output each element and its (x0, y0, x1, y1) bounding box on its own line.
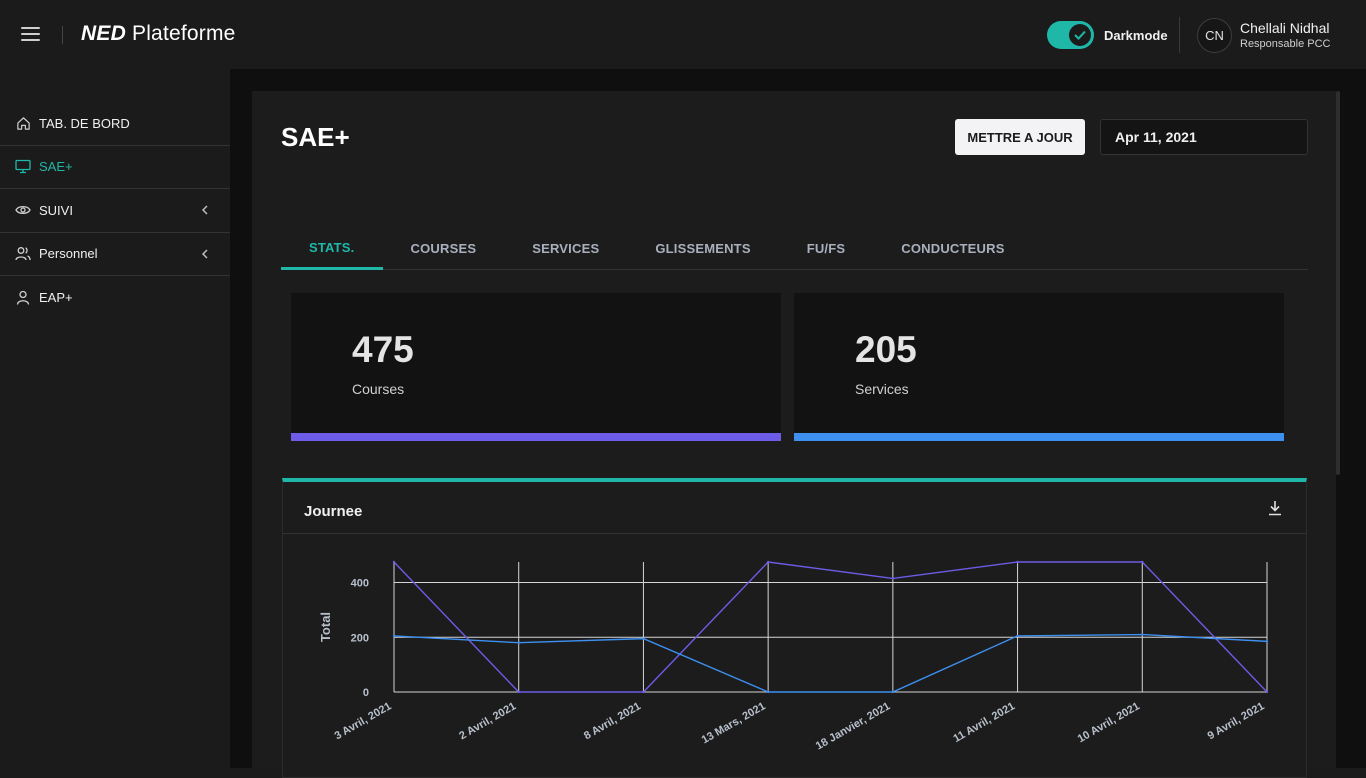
home-icon (15, 115, 31, 131)
data-point-services (1265, 640, 1269, 643)
brand-logo[interactable]: NED Plateforme (81, 22, 236, 46)
brand-bold: NED (81, 22, 126, 45)
data-point-courses (766, 560, 770, 564)
stat-label: Services (855, 381, 909, 397)
x-tick-label: 11 Avril, 2021 (951, 700, 1017, 745)
data-point-services (766, 690, 770, 694)
x-tick-label: 8 Avril, 2021 (582, 700, 643, 742)
tab-stats[interactable]: STATS. (281, 227, 383, 270)
data-point-services (642, 637, 645, 640)
date-field[interactable] (1100, 119, 1308, 155)
top-header: NED Plateforme Darkmode CN Chellali Nidh… (0, 0, 1366, 69)
menu-icon[interactable] (21, 27, 40, 41)
series-line-services (393, 633, 1268, 693)
tab-conducteurs[interactable]: CONDUCTEURS (873, 227, 1032, 270)
check-icon (1069, 24, 1091, 46)
data-point-courses (1265, 690, 1269, 694)
y-tick-label: 200 (351, 632, 369, 644)
sidebar-item-personnel[interactable]: Personnel (0, 233, 230, 276)
sidebar: TAB. DE BORD SAE+ SUIVI Personnel EAP+ (0, 102, 230, 320)
data-point-services (392, 634, 396, 638)
sidebar-item-label: EAP+ (39, 290, 73, 306)
sidebar-item-label: SUIVI (39, 202, 73, 218)
monitor-icon (15, 159, 31, 175)
data-point-services (517, 641, 520, 644)
x-tick-label: 9 Avril, 2021 (1206, 700, 1267, 742)
data-point-courses (1141, 560, 1144, 564)
x-tick-label: 2 Avril, 2021 (457, 700, 518, 742)
y-axis-label: Total (318, 612, 333, 642)
x-tick-label: 18 Janvier, 2021 (814, 700, 893, 752)
user-divider (1179, 17, 1180, 53)
brand-rest: Plateforme (125, 22, 236, 45)
sidebar-item-sae[interactable]: SAE+ (0, 146, 230, 189)
user-role: Responsable PCC (1240, 38, 1331, 50)
user-name[interactable]: Chellali Nidhal (1240, 20, 1330, 36)
line-chart: 0 200 400 Total 3 Avril, 2021 2 Avril, 2021 8 … (318, 560, 1269, 752)
tab-services[interactable]: SERVICES (504, 227, 627, 270)
stat-accent-bar (794, 433, 1284, 441)
data-point-services (891, 690, 895, 694)
chart-card-journee: Journee 0 200 400 Total 3 Avril, 2021 2 Avril… (282, 478, 1307, 778)
brand-divider (62, 26, 63, 44)
data-point-courses (517, 690, 520, 694)
page-title: SAE+ (281, 122, 350, 152)
avatar[interactable]: CN (1197, 18, 1232, 53)
x-tick-label: 10 Avril, 2021 (1076, 700, 1142, 745)
darkmode-label: Darkmode (1104, 28, 1168, 43)
stat-card-courses: 475 Courses (291, 293, 781, 441)
stat-card-services: 205 Services (794, 293, 1284, 441)
x-tick-label: 3 Avril, 2021 (333, 700, 394, 742)
data-point-courses (392, 560, 396, 564)
stat-value: 205 (855, 329, 917, 370)
eye-icon (15, 202, 31, 218)
tab-bar: STATS. COURSES SERVICES GLISSEMENTS FU/F… (281, 227, 1308, 270)
y-tick-label: 400 (351, 578, 369, 590)
series-line-courses (393, 561, 1268, 693)
tab-courses[interactable]: COURSES (383, 227, 505, 270)
stat-accent-bar (291, 433, 781, 441)
data-point-courses (1016, 560, 1019, 564)
data-point-courses (891, 577, 895, 580)
panel-scrollbar[interactable] (1336, 91, 1340, 475)
sidebar-item-label: TAB. DE BORD (39, 115, 130, 131)
sidebar-item-tab-de-bord[interactable]: TAB. DE BORD (0, 102, 230, 146)
x-tick-label: 13 Mars, 2021 (700, 700, 768, 746)
sidebar-item-eap[interactable]: EAP+ (0, 276, 230, 320)
user-icon (15, 290, 31, 306)
chevron-left-icon (201, 205, 208, 215)
data-point-services (1141, 633, 1144, 636)
sidebar-item-label: SAE+ (39, 159, 73, 175)
tab-glissements[interactable]: GLISSEMENTS (627, 227, 778, 270)
sidebar-item-label: Personnel (39, 246, 98, 262)
tab-fu-fs[interactable]: FU/FS (779, 227, 874, 270)
data-point-courses (642, 690, 645, 694)
update-button[interactable]: METTRE A JOUR (955, 119, 1085, 155)
users-icon (15, 246, 31, 262)
stat-value: 475 (352, 329, 414, 370)
y-tick-label: 0 (363, 687, 369, 699)
data-point-services (1016, 634, 1019, 638)
sidebar-item-suivi[interactable]: SUIVI (0, 189, 230, 233)
stat-label: Courses (352, 381, 405, 397)
darkmode-toggle[interactable] (1047, 21, 1094, 49)
chevron-left-icon (201, 248, 208, 259)
